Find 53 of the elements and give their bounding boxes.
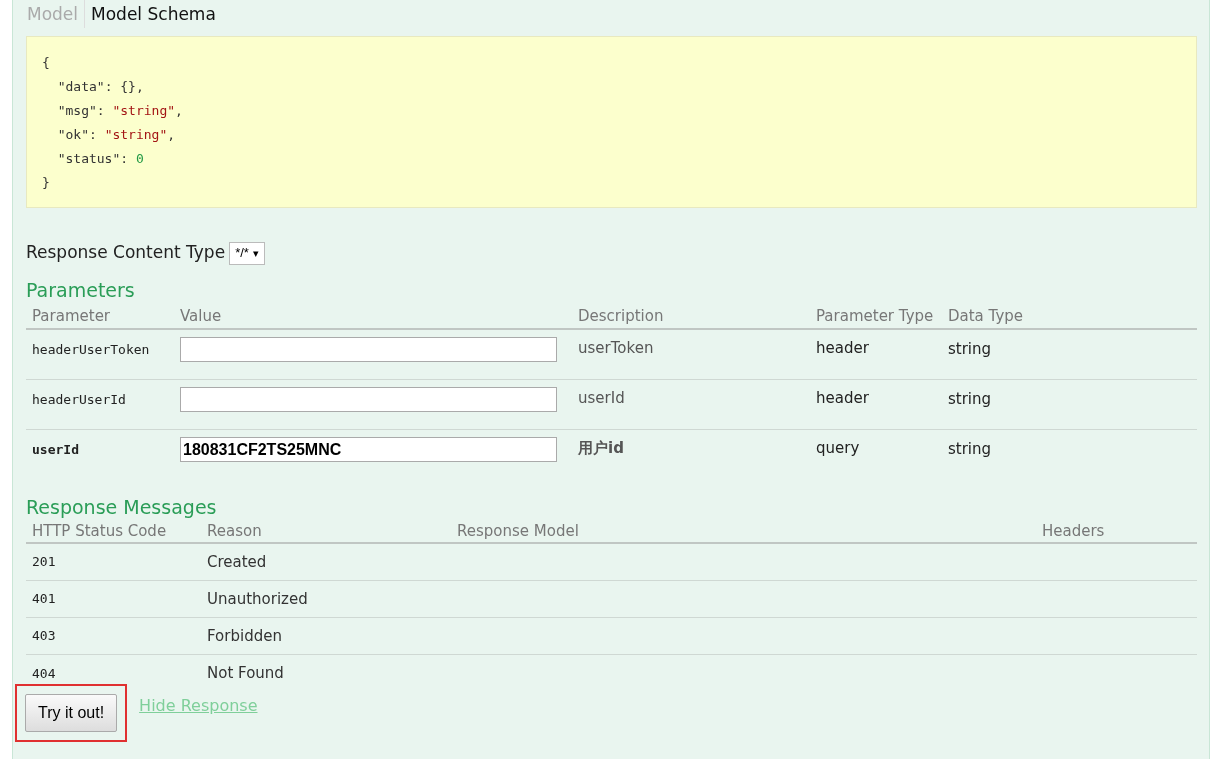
column-header: HTTP Status Code (32, 521, 168, 543)
status-reason: Unauthorized (207, 588, 309, 610)
column-header: Parameter (32, 305, 112, 327)
parameters-heading: Parameters (26, 278, 136, 303)
column-header: Value (180, 305, 223, 327)
parameter-description: 用户id (578, 438, 625, 459)
column-header: Headers (1042, 521, 1106, 543)
column-header: Reason (207, 521, 263, 543)
content-type-select[interactable]: */* ▾ (229, 241, 265, 265)
parameter-type: header (816, 388, 870, 409)
data-type: string (948, 389, 993, 410)
code-token: "status" (56, 150, 121, 168)
code-token: } (42, 174, 50, 192)
column-header: Response Model (457, 521, 580, 543)
status-reason: Created (207, 551, 268, 573)
column-header: Description (578, 305, 665, 327)
data-type: string (948, 439, 993, 460)
value-field[interactable]: 180831CF2TS25MNC (180, 437, 557, 462)
model-tab[interactable]: Model Schema (84, 0, 222, 28)
parameter-description: userId (578, 388, 626, 409)
status-reason: Not Found (207, 663, 285, 685)
code-token: "string" (104, 126, 168, 144)
code-token: : {}, (104, 78, 144, 96)
code-token: 0 (135, 150, 144, 168)
code-token: "data" (56, 78, 105, 96)
parameter-type: query (816, 438, 861, 459)
parameter-name: headerUserToken (32, 341, 151, 359)
content-type-label: Response Content Type (26, 241, 226, 265)
status-code: 404 (32, 664, 57, 683)
code-token: "msg" (56, 102, 97, 120)
status-code: 401 (32, 590, 57, 609)
responses-heading: Response Messages (26, 495, 218, 520)
code-token: "string" (112, 102, 176, 120)
code-token: { (42, 54, 50, 72)
status-code: 403 (32, 627, 57, 646)
parameter-type: header (816, 338, 870, 359)
value-field[interactable] (180, 337, 557, 362)
code-token: "ok" (56, 126, 89, 144)
code-token: : (96, 102, 106, 120)
data-type: string (948, 339, 993, 360)
code-token: : (88, 126, 98, 144)
code-token: , (167, 126, 176, 144)
parameter-description: userToken (578, 338, 655, 359)
code-token: : (120, 150, 130, 168)
parameter-name: headerUserId (32, 391, 127, 409)
value-field[interactable] (180, 387, 557, 412)
status-reason: Forbidden (207, 625, 283, 647)
column-header: Parameter Type (816, 305, 935, 327)
column-header: Data Type (948, 305, 1025, 327)
status-code: 201 (32, 553, 57, 572)
parameter-name: userId (32, 441, 80, 459)
code-token: , (175, 102, 183, 120)
try-it-out-button[interactable]: Try it out! (25, 694, 118, 732)
